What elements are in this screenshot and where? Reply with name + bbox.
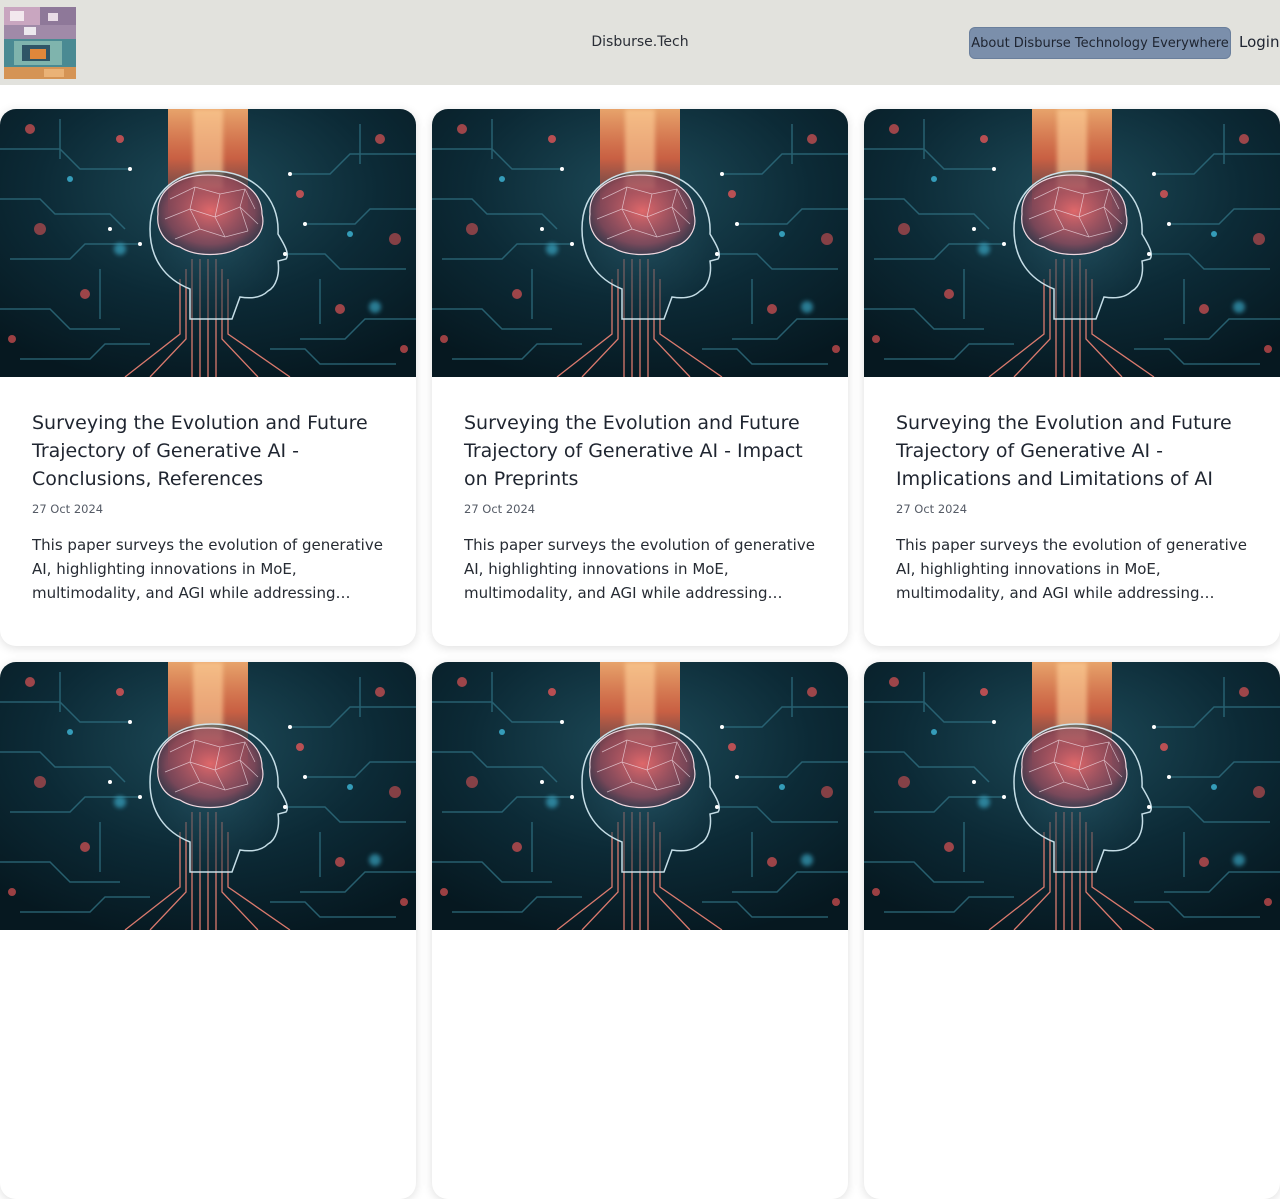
article-excerpt: [32, 979, 384, 1049]
article-title[interactable]: Surveying the Evolution and Future Traje…: [464, 409, 816, 493]
site-header: Disburse.Tech About Disburse Technology …: [0, 0, 1280, 85]
article-thumbnail[interactable]: [864, 109, 1280, 377]
site-title-link[interactable]: Disburse.Tech: [591, 34, 688, 50]
article-thumbnail[interactable]: [0, 662, 416, 930]
article-card[interactable]: Surveying the Evolution and Future Traje…: [432, 109, 848, 646]
article-date: 27 Oct 2024: [32, 502, 104, 516]
article-excerpt: This paper surveys the evolution of gene…: [464, 536, 815, 602]
article-card[interactable]: Surveying the Evolution and Future Traje…: [864, 109, 1280, 646]
site-logo[interactable]: [4, 7, 76, 79]
article-card[interactable]: [864, 662, 1280, 1199]
card-body: [432, 930, 848, 1049]
article-date: 27 Oct 2024: [896, 502, 968, 516]
about-button[interactable]: About Disburse Technology Everywhere: [969, 27, 1231, 59]
article-thumbnail[interactable]: [432, 109, 848, 377]
article-grid: Surveying the Evolution and Future Traje…: [0, 109, 1280, 1199]
article-thumbnail[interactable]: [864, 662, 1280, 930]
article-card[interactable]: [0, 662, 416, 1199]
article-card[interactable]: [432, 662, 848, 1199]
card-body: Surveying the Evolution and Future Traje…: [864, 377, 1280, 603]
login-link[interactable]: Login: [1239, 33, 1279, 51]
article-excerpt: [896, 979, 1248, 1049]
logo-image: [4, 7, 76, 79]
article-card[interactable]: Surveying the Evolution and Future Traje…: [0, 109, 416, 646]
article-excerpt: This paper surveys the evolution of gene…: [32, 536, 383, 602]
card-body: [0, 930, 416, 1049]
article-excerpt: [464, 979, 816, 1049]
card-body: [864, 930, 1280, 1049]
article-thumbnail[interactable]: [0, 109, 416, 377]
article-title[interactable]: Surveying the Evolution and Future Traje…: [32, 409, 384, 493]
article-thumbnail[interactable]: [432, 662, 848, 930]
card-body: Surveying the Evolution and Future Traje…: [432, 377, 848, 603]
article-excerpt: This paper surveys the evolution of gene…: [896, 536, 1247, 602]
card-body: Surveying the Evolution and Future Traje…: [0, 377, 416, 603]
article-title[interactable]: Surveying the Evolution and Future Traje…: [896, 409, 1248, 493]
article-date: 27 Oct 2024: [464, 502, 536, 516]
